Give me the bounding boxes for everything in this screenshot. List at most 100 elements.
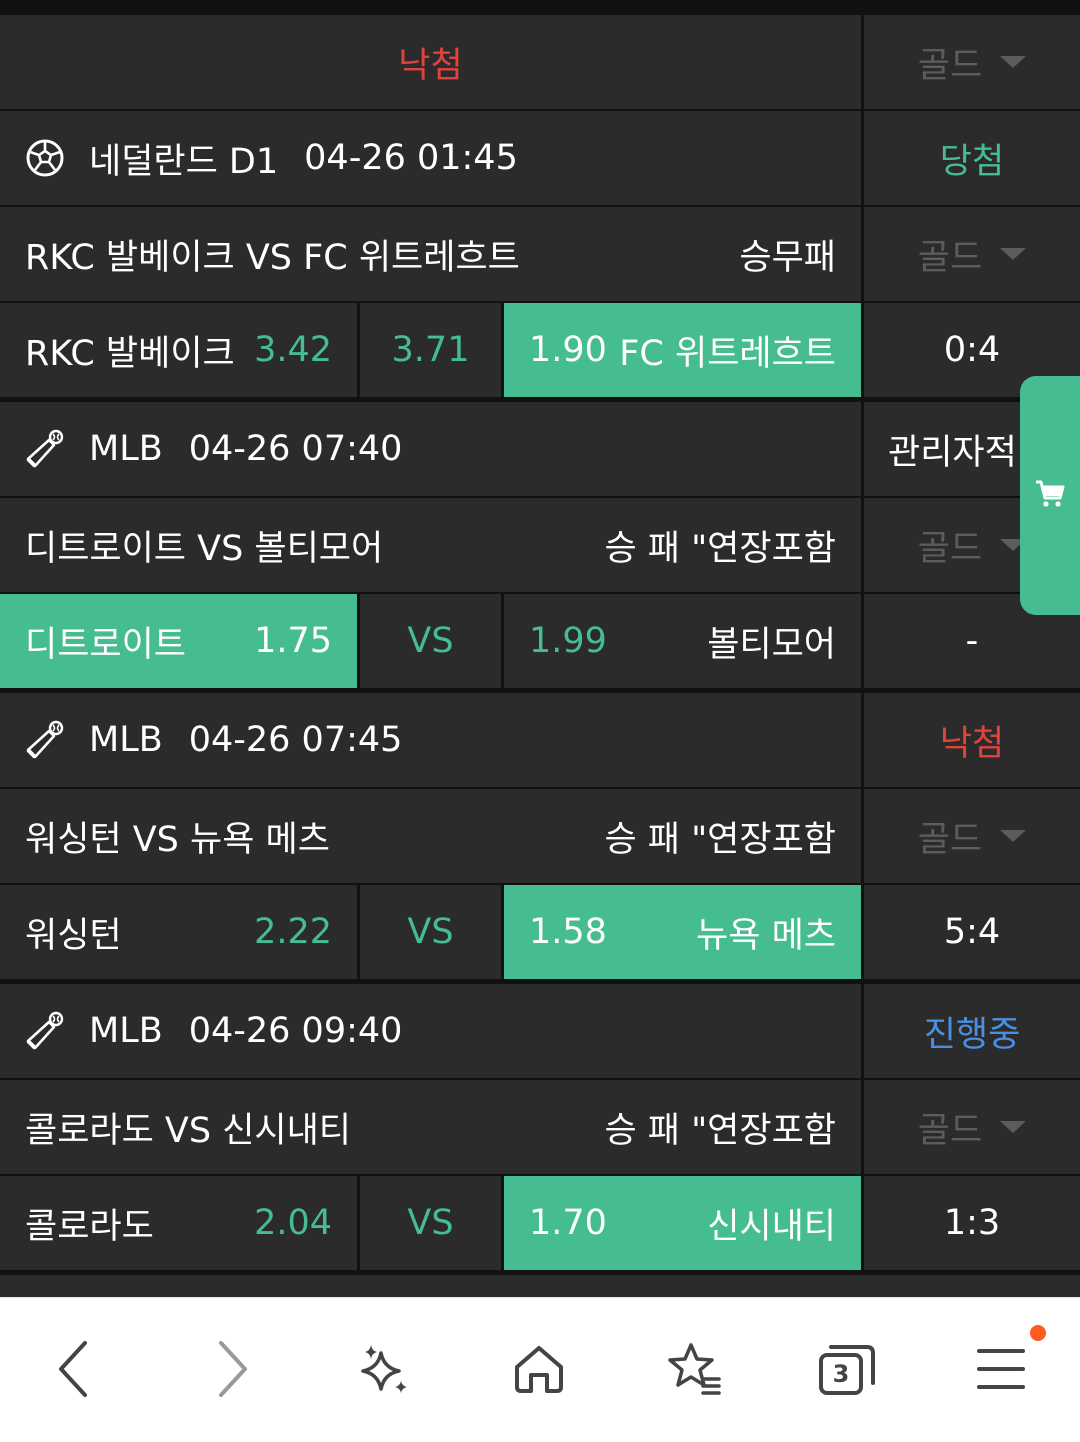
away-odds: 1.90 [529, 330, 607, 370]
game-matchup-row: 콜로라도 VS 신시내티 승 패 "연장포함 골드 [0, 1080, 1080, 1174]
home-odds-button-selected[interactable]: 디트로이트 1.75 [0, 594, 357, 688]
gold-label: 골드 [917, 237, 983, 278]
away-team-name: 볼티모어 [707, 624, 836, 665]
league-name: MLB [89, 1011, 163, 1051]
matchup-cell: 워싱턴 VS 뉴욕 메츠 승 패 "연장포함 [0, 789, 861, 883]
menu-button[interactable] [968, 1336, 1034, 1402]
gold-dropdown[interactable]: 골드 [864, 15, 1080, 109]
gold-dropdown[interactable]: 골드 [864, 207, 1080, 301]
baseball-bat-icon [25, 429, 65, 469]
game-score: - [965, 621, 979, 661]
away-odds: 1.58 [529, 912, 607, 952]
bet-status-row: 낙첨 골드 [0, 15, 1080, 109]
bet-history-list: 낙첨 골드 네덜란드 D1 04-26 01:45 당첨 RKC 발베이크 VS… [0, 0, 1080, 1297]
game-matchup-row: RKC 발베이크 VS FC 위트레흐트 승무패 골드 [0, 207, 1080, 301]
game-time: 04-26 07:40 [188, 429, 403, 469]
matchup-title: 디트로이트 VS 볼티모어 [25, 528, 384, 569]
next-row-partial [0, 1275, 1080, 1297]
matchup-cell: 디트로이트 VS 볼티모어 승 패 "연장포함 [0, 498, 861, 592]
vs-cell: VS [360, 885, 501, 979]
tabs-icon: 3 [817, 1341, 877, 1397]
browser-bottom-nav: 3 [0, 1297, 1080, 1442]
matchup-cell: RKC 발베이크 VS FC 위트레흐트 승무패 [0, 207, 861, 301]
menu-notification-dot [1030, 1325, 1046, 1341]
market-type: 승 패 "연장포함 [604, 819, 836, 860]
matchup-cell: 콜로라도 VS 신시내티 승 패 "연장포함 [0, 1080, 861, 1174]
home-team-name: 디트로이트 [25, 624, 187, 665]
draw-odds: 3.71 [391, 330, 470, 370]
home-team-name: 콜로라도 [25, 1206, 154, 1247]
away-odds-button-selected[interactable]: 1.90 FC 위트레흐트 [504, 303, 861, 397]
bet-result-cell: 낙첨 [0, 15, 861, 109]
tabs-count: 3 [832, 1360, 850, 1388]
matchup-title: 콜로라도 VS 신시내티 [25, 1110, 352, 1151]
away-odds-button-selected[interactable]: 1.70 신시내티 [504, 1176, 861, 1270]
home-odds: 1.75 [254, 621, 332, 661]
chevron-down-icon [1000, 248, 1027, 260]
away-odds-button-selected[interactable]: 1.58 뉴욕 메츠 [504, 885, 861, 979]
game-league-cell: MLB 04-26 09:40 [0, 984, 861, 1078]
game-matchup-row: 디트로이트 VS 볼티모어 승 패 "연장포함 골드 [0, 498, 1080, 592]
vs-label: VS [407, 621, 454, 661]
market-type: 승무패 [739, 237, 836, 278]
cart-tab-button[interactable] [1020, 376, 1080, 615]
home-odds-button[interactable]: RKC 발베이크 3.42 [0, 303, 357, 397]
game-status-cell: 진행중 [864, 984, 1080, 1078]
away-odds-button[interactable]: 1.99 볼티모어 [504, 594, 861, 688]
game-status: 당첨 [939, 141, 1005, 182]
game-league-cell: MLB 04-26 07:40 [0, 402, 861, 496]
ai-assistant-button[interactable] [352, 1336, 418, 1402]
game-odds-row: 콜로라도 2.04 VS 1.70 신시내티 1:3 [0, 1176, 1080, 1270]
game-odds-row: 워싱턴 2.22 VS 1.58 뉴욕 메츠 5:4 [0, 885, 1080, 979]
game-time: 04-26 09:40 [188, 1011, 403, 1051]
game-status: 관리자적 [888, 432, 1017, 473]
chevron-down-icon [1000, 830, 1027, 842]
home-button[interactable] [506, 1336, 572, 1402]
game-header-row: MLB 04-26 07:40 관리자적 [0, 402, 1080, 496]
sparkle-icon [361, 1345, 407, 1393]
game-matchup-row: 워싱턴 VS 뉴욕 메츠 승 패 "연장포함 골드 [0, 789, 1080, 883]
vs-cell: VS [360, 594, 501, 688]
away-team-name: FC 위트레흐트 [619, 333, 836, 374]
forward-icon [219, 1341, 247, 1397]
gold-label: 골드 [917, 1110, 983, 1151]
game-status-cell: 낙첨 [864, 693, 1080, 787]
chevron-down-icon [1000, 56, 1027, 68]
vs-label: VS [407, 912, 454, 952]
gold-dropdown[interactable]: 골드 [864, 789, 1080, 883]
market-type: 승 패 "연장포함 [604, 1110, 836, 1151]
home-odds: 2.22 [254, 912, 332, 952]
bet-result-status: 낙첨 [398, 45, 463, 86]
gold-label: 골드 [917, 528, 983, 569]
game-header-row: 네덜란드 D1 04-26 01:45 당첨 [0, 111, 1080, 205]
league-name: MLB [89, 720, 163, 760]
away-team-name: 신시내티 [707, 1206, 836, 1247]
game-time: 04-26 01:45 [304, 138, 518, 178]
game-odds-row: RKC 발베이크 3.42 3.71 1.90 FC 위트레흐트 0:4 [0, 303, 1080, 397]
bookmarks-button[interactable] [660, 1336, 726, 1402]
matchup-title: 워싱턴 VS 뉴욕 메츠 [25, 819, 330, 860]
game-score: 1:3 [943, 1203, 1001, 1243]
game-score: 0:4 [943, 330, 1001, 370]
game-header-row: MLB 04-26 07:45 낙첨 [0, 693, 1080, 787]
vs-label: VS [407, 1203, 454, 1243]
baseball-bat-icon [25, 1011, 65, 1051]
matchup-title: RKC 발베이크 VS FC 위트레흐트 [25, 237, 520, 278]
gold-label: 골드 [917, 819, 983, 860]
home-odds-button[interactable]: 콜로라도 2.04 [0, 1176, 357, 1270]
draw-odds-button[interactable]: 3.71 [360, 303, 501, 397]
back-button[interactable] [42, 1336, 108, 1402]
game-score: 5:4 [943, 912, 1001, 952]
forward-button[interactable] [198, 1336, 264, 1402]
vs-cell: VS [360, 1176, 501, 1270]
home-team-name: RKC 발베이크 [25, 333, 235, 374]
game-time: 04-26 07:45 [188, 720, 403, 760]
away-odds: 1.70 [529, 1203, 607, 1243]
home-odds: 2.04 [254, 1203, 332, 1243]
score-cell: 1:3 [864, 1176, 1080, 1270]
tabs-button[interactable]: 3 [814, 1336, 880, 1402]
market-type: 승 패 "연장포함 [604, 528, 836, 569]
home-odds-button[interactable]: 워싱턴 2.22 [0, 885, 357, 979]
chevron-down-icon [1000, 1121, 1027, 1133]
gold-dropdown[interactable]: 골드 [864, 1080, 1080, 1174]
